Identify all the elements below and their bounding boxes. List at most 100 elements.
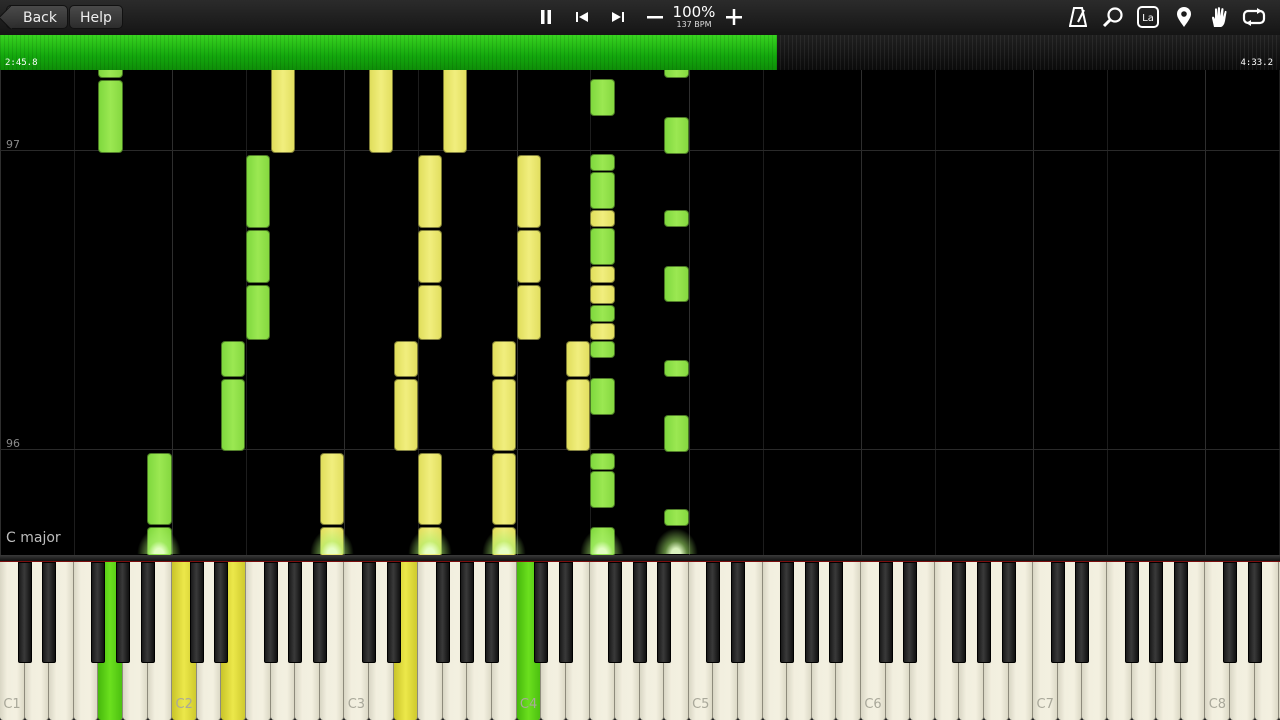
measure-line — [0, 150, 1280, 151]
falling-note — [590, 172, 615, 209]
black-key[interactable] — [1001, 562, 1016, 663]
help-button[interactable]: Help — [69, 5, 123, 29]
black-key[interactable] — [1149, 562, 1164, 663]
falling-note — [590, 453, 615, 470]
falling-note — [590, 266, 615, 283]
top-toolbar: Back Help 100% 137 BPM La — [0, 0, 1280, 36]
black-key[interactable] — [1075, 562, 1090, 663]
octave-label: C6 — [864, 697, 882, 712]
falling-note — [418, 230, 442, 283]
lane-gridline — [689, 70, 690, 555]
black-key[interactable] — [608, 562, 622, 663]
location-pin-icon[interactable] — [1172, 4, 1196, 30]
falling-note — [492, 453, 516, 525]
minus-icon[interactable] — [643, 4, 667, 30]
lane-gridline — [344, 70, 345, 555]
note-labels-icon[interactable]: La — [1136, 4, 1160, 30]
black-key[interactable] — [804, 562, 819, 663]
black-key[interactable] — [17, 562, 32, 663]
loop-icon[interactable] — [1242, 4, 1266, 30]
falling-note — [664, 210, 689, 227]
hand-icon[interactable] — [1207, 4, 1231, 30]
key-signature-label: C major — [6, 530, 61, 546]
black-key[interactable] — [288, 562, 303, 663]
black-key[interactable] — [706, 562, 721, 663]
falling-note — [492, 341, 516, 377]
key-hit-spark — [137, 528, 181, 554]
metronome-icon[interactable] — [1066, 4, 1090, 30]
octave-label: C3 — [347, 697, 366, 712]
black-key[interactable] — [460, 562, 475, 663]
lane-gridline — [0, 70, 1, 555]
piano-keyboard[interactable]: C1 C2 C3 C4 C5 C6 C7 C8 — [0, 555, 1280, 720]
octave-label: C8 — [1208, 697, 1227, 712]
black-key[interactable] — [632, 562, 647, 663]
bpm-label: 137 BPM — [676, 20, 712, 29]
measure-line — [0, 449, 1280, 450]
octave-label: C7 — [1036, 697, 1054, 712]
skip-back-icon[interactable] — [570, 4, 594, 30]
lane-gridline — [1205, 70, 1206, 555]
falling-note — [246, 155, 270, 228]
falling-note — [590, 341, 615, 358]
note-roll: 97 96 — [0, 70, 1280, 555]
falling-note — [664, 117, 689, 154]
skip-forward-icon[interactable] — [606, 4, 630, 30]
black-key[interactable] — [878, 562, 893, 663]
black-key[interactable] — [1124, 562, 1139, 663]
falling-note — [246, 230, 270, 283]
black-key[interactable] — [485, 562, 499, 663]
lane-gridline — [935, 70, 936, 555]
measure-number-upper: 97 — [6, 138, 20, 151]
black-key[interactable] — [91, 562, 106, 663]
falling-note — [664, 266, 689, 302]
black-key[interactable] — [731, 562, 745, 663]
speed-percent: 100% — [672, 3, 716, 21]
black-key[interactable] — [312, 562, 327, 663]
black-key[interactable] — [657, 562, 672, 663]
falling-note — [369, 70, 393, 153]
black-key[interactable] — [1247, 562, 1262, 663]
key-hit-spark — [654, 528, 698, 554]
lane-gridline — [172, 70, 173, 555]
black-key[interactable] — [829, 562, 844, 663]
black-key[interactable] — [362, 562, 376, 663]
black-key[interactable] — [189, 562, 204, 663]
falling-note — [590, 305, 615, 322]
black-key[interactable] — [1050, 562, 1065, 663]
black-key[interactable] — [263, 562, 278, 663]
falling-note — [590, 154, 615, 171]
black-key[interactable] — [903, 562, 918, 663]
falling-note — [566, 379, 590, 451]
lane-gridline — [74, 70, 75, 555]
plus-icon[interactable] — [722, 4, 746, 30]
falling-note — [98, 80, 123, 153]
black-key[interactable] — [1223, 562, 1237, 663]
progress-fill — [0, 35, 777, 70]
black-key[interactable] — [214, 562, 229, 663]
falling-note — [590, 79, 615, 116]
black-key[interactable] — [435, 562, 450, 663]
lane-gridline — [861, 70, 862, 555]
black-key[interactable] — [780, 562, 795, 663]
elapsed-time: 2:45.8 — [5, 58, 38, 68]
note-labels-text: La — [1142, 13, 1154, 24]
falling-note — [147, 453, 172, 525]
black-key[interactable] — [140, 562, 155, 663]
black-key[interactable] — [386, 562, 401, 663]
song-progress-bar[interactable] — [0, 35, 1280, 70]
black-key[interactable] — [952, 562, 967, 663]
back-button[interactable]: Back — [6, 5, 68, 29]
key-hit-spark — [482, 528, 526, 554]
falling-note — [418, 285, 442, 340]
black-key[interactable] — [116, 562, 130, 663]
magnifier-icon[interactable] — [1101, 4, 1125, 30]
pause-icon[interactable] — [534, 4, 558, 30]
black-key[interactable] — [977, 562, 991, 663]
falling-note — [590, 323, 615, 340]
black-key[interactable] — [558, 562, 573, 663]
black-key[interactable] — [534, 562, 549, 663]
black-key[interactable] — [42, 562, 57, 663]
falling-note — [590, 228, 615, 265]
black-key[interactable] — [1173, 562, 1188, 663]
